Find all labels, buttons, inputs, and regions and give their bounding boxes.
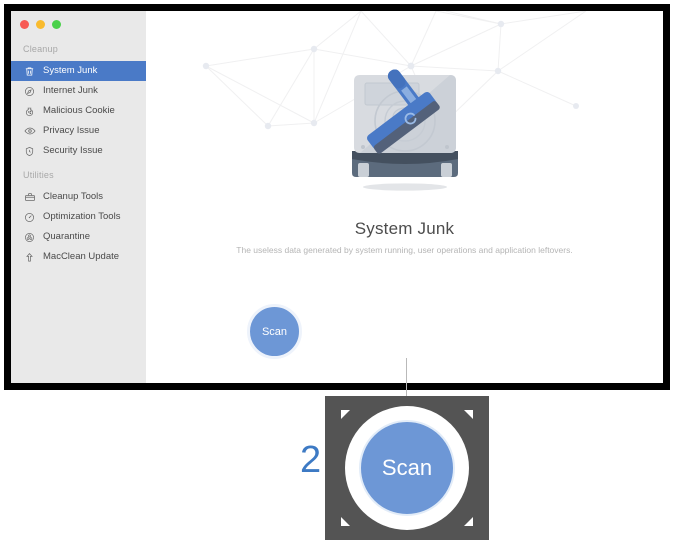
sidebar-group-cleanup: System Junk Internet Junk Malicious Cook… — [11, 61, 146, 161]
step-number: 2 — [300, 439, 322, 481]
corner-bracket-top-right-icon — [464, 410, 473, 419]
sidebar-group-utilities: Cleanup Tools Optimization Tools Quarant… — [11, 187, 146, 267]
sidebar-item-label: Security Issue — [43, 145, 103, 157]
zoom-callout: Scan — [325, 396, 489, 540]
toolbox-icon — [23, 191, 36, 204]
window-traffic-lights — [20, 20, 61, 29]
sidebar-item-privacy-issue[interactable]: Privacy Issue — [11, 121, 146, 141]
eye-icon — [23, 125, 36, 138]
shield-clock-icon — [23, 145, 36, 158]
sidebar-item-cleanup-tools[interactable]: Cleanup Tools — [11, 187, 146, 207]
scan-button-magnified-label: Scan — [381, 455, 433, 480]
minimize-button[interactable] — [36, 20, 45, 29]
sidebar-section-label-utilities: Utilities — [23, 170, 54, 180]
sidebar-item-label: Internet Junk — [43, 85, 98, 97]
corner-bracket-top-left-icon — [341, 410, 350, 419]
sidebar-item-label: Quarantine — [43, 231, 91, 243]
sidebar-item-quarantine[interactable]: Quarantine — [11, 227, 146, 247]
sidebar-item-system-junk[interactable]: System Junk — [11, 61, 146, 81]
sidebar-item-label: Malicious Cookie — [43, 105, 115, 117]
cookie-icon — [23, 105, 36, 118]
harddrive-with-squeegee-icon — [351, 69, 458, 191]
scan-button-magnified-ring: Scan — [345, 406, 469, 530]
sidebar-item-label: Cleanup Tools — [43, 191, 104, 203]
biohazard-icon — [23, 231, 36, 244]
scan-button-magnified[interactable]: Scan — [359, 420, 455, 516]
sidebar-item-label: Optimization Tools — [43, 211, 121, 223]
sidebar-item-optimization-tools[interactable]: Optimization Tools — [11, 207, 146, 227]
sidebar-item-macclean-update[interactable]: MacClean Update — [11, 247, 146, 267]
corner-bracket-bottom-left-icon — [341, 517, 350, 526]
corner-bracket-bottom-right-icon — [464, 517, 473, 526]
main-content: System Junk The useless data generated b… — [146, 11, 663, 383]
close-button[interactable] — [20, 20, 29, 29]
sidebar-section-label-cleanup: Cleanup — [23, 44, 58, 54]
trash-icon — [23, 65, 36, 78]
scan-button-label: Scan — [261, 325, 288, 338]
sidebar-item-malicious-cookie[interactable]: Malicious Cookie — [11, 101, 146, 121]
zoom-button[interactable] — [52, 20, 61, 29]
sidebar-item-label: System Junk — [43, 65, 98, 77]
app-window-frame: Cleanup System Junk Internet Junk Malici… — [4, 4, 670, 390]
scan-button[interactable]: Scan — [247, 304, 302, 359]
sidebar-item-security-issue[interactable]: Security Issue — [11, 141, 146, 161]
sidebar-item-internet-junk[interactable]: Internet Junk — [11, 81, 146, 101]
app-window: Cleanup System Junk Internet Junk Malici… — [11, 11, 663, 383]
page-subtitle: The useless data generated by system run… — [236, 245, 573, 255]
sidebar-item-label: Privacy Issue — [43, 125, 100, 137]
sidebar: Cleanup System Junk Internet Junk Malici… — [11, 11, 146, 383]
sidebar-item-label: MacClean Update — [43, 251, 120, 263]
gauge-icon — [23, 211, 36, 224]
page-title: System Junk — [354, 219, 455, 238]
compass-icon — [23, 85, 36, 98]
arrow-up-icon — [23, 251, 36, 264]
